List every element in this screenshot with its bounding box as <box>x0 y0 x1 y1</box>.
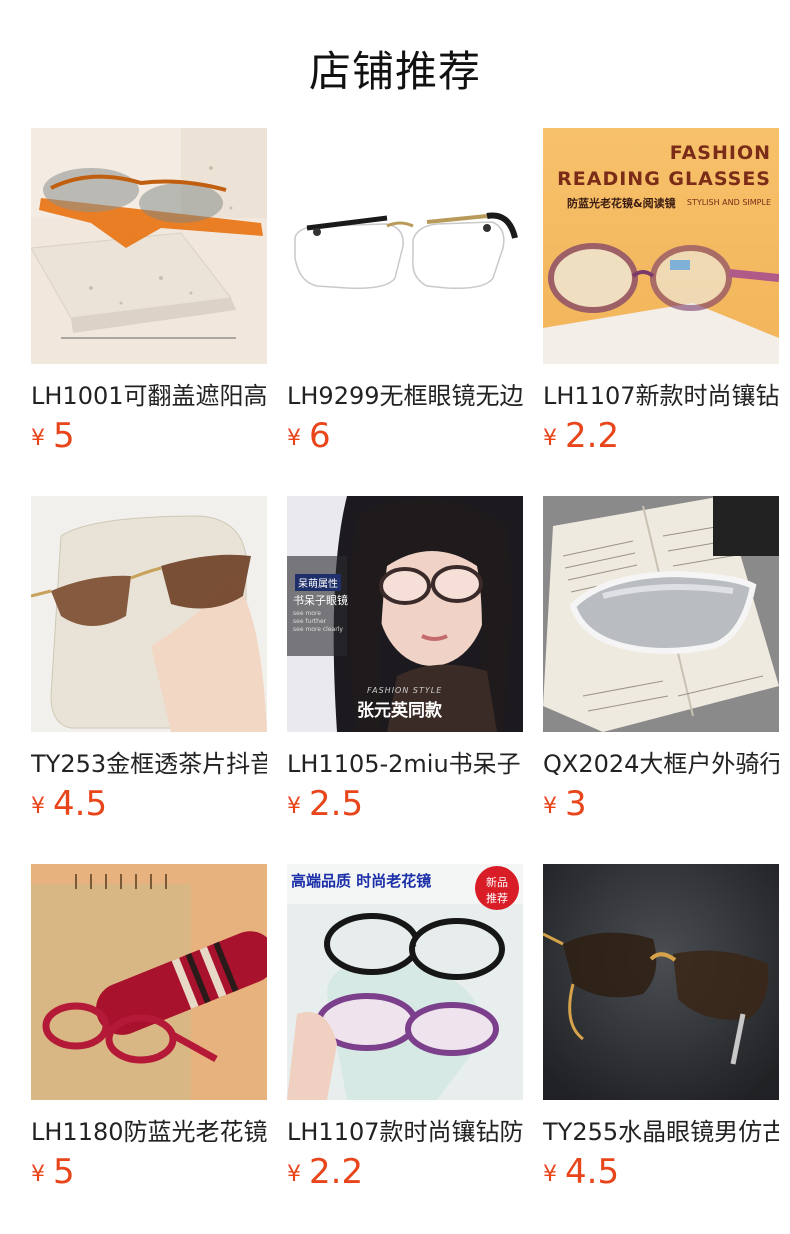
image-text-subtitle: 防蓝光老花镜&阅读镜 <box>567 197 676 210</box>
currency-symbol: ¥ <box>31 426 45 451</box>
product-name[interactable]: LH1107新款时尚镶钻 <box>543 376 779 411</box>
currency-symbol: ¥ <box>287 1162 301 1187</box>
price-value: 5 <box>53 1152 75 1192</box>
badge-line-1: 新品 <box>486 876 508 889</box>
image-text-style: FASHION STYLE <box>367 686 443 695</box>
product-name[interactable]: TY255水晶眼镜男仿古 <box>543 1112 779 1147</box>
image-text-name: 张元英同款 <box>357 701 442 721</box>
badge-line-2: 推荐 <box>486 892 508 905</box>
product-name[interactable]: LH1180防蓝光老花镜 <box>31 1112 267 1147</box>
product-price: ¥2.5 <box>287 784 363 824</box>
section-title: 店铺推荐 <box>308 47 481 96</box>
image-text-l4: see more clearly <box>293 626 343 633</box>
currency-symbol: ¥ <box>31 1162 45 1187</box>
image-tag: 呆萌属性 <box>295 574 341 591</box>
currency-symbol: ¥ <box>543 426 557 451</box>
product-image[interactable]: FASHION READING GLASSES 防蓝光老花镜&阅读镜 STYLI… <box>543 128 779 364</box>
product-price: ¥5 <box>31 1152 75 1192</box>
product-price: ¥2.2 <box>543 416 619 456</box>
product-image[interactable]: 高端品质 时尚老花镜 新品 推荐 <box>287 864 523 1100</box>
product-price: ¥4.5 <box>543 1152 619 1192</box>
product-image[interactable]: 呆萌属性 书呆子眼镜 see more see further see more… <box>287 496 523 732</box>
price-value: 6 <box>309 416 331 456</box>
image-text-title: 书呆子眼镜 <box>293 594 348 607</box>
product-price: ¥6 <box>287 416 331 456</box>
product-image[interactable] <box>31 496 267 732</box>
currency-symbol: ¥ <box>543 1162 557 1187</box>
currency-symbol: ¥ <box>31 794 45 819</box>
product-price: ¥5 <box>31 416 75 456</box>
product-image[interactable] <box>287 128 523 364</box>
currency-symbol: ¥ <box>543 794 557 819</box>
price-value: 2.2 <box>309 1152 364 1192</box>
product-image[interactable] <box>543 496 779 732</box>
price-value: 4.5 <box>565 1152 620 1192</box>
currency-symbol: ¥ <box>287 794 301 819</box>
image-text-l2: see more <box>293 610 321 617</box>
price-value: 2.5 <box>309 784 364 824</box>
product-name[interactable]: LH1107款时尚镶钻防 <box>287 1112 523 1147</box>
product-image[interactable] <box>543 864 779 1100</box>
product-price: ¥4.5 <box>31 784 107 824</box>
product-image[interactable] <box>31 128 267 364</box>
product-price: ¥2.2 <box>287 1152 363 1192</box>
price-value: 5 <box>53 416 75 456</box>
image-text-stylish: STYLISH AND SIMPLE <box>686 198 771 207</box>
image-text-fashion: FASHION <box>669 142 771 164</box>
product-image[interactable] <box>31 864 267 1100</box>
price-value: 4.5 <box>53 784 108 824</box>
product-name[interactable]: LH1105-2miu书呆子 <box>287 744 523 779</box>
currency-symbol: ¥ <box>287 426 301 451</box>
product-name[interactable]: LH1001可翻盖遮阳高 <box>31 376 267 411</box>
image-text-l3: see further <box>293 618 327 625</box>
product-name[interactable]: LH9299无框眼镜无边 <box>287 376 523 411</box>
new-badge: 新品 推荐 <box>475 866 519 910</box>
price-value: 3 <box>565 784 587 824</box>
product-price: ¥3 <box>543 784 587 824</box>
product-name[interactable]: QX2024大框户外骑行 <box>543 744 779 779</box>
price-value: 2.2 <box>565 416 620 456</box>
image-text-reading: READING GLASSES <box>557 168 771 190</box>
image-banner: 高端品质 时尚老花镜 <box>291 872 432 890</box>
product-name[interactable]: TY253金框透茶片抖音 <box>31 744 267 779</box>
